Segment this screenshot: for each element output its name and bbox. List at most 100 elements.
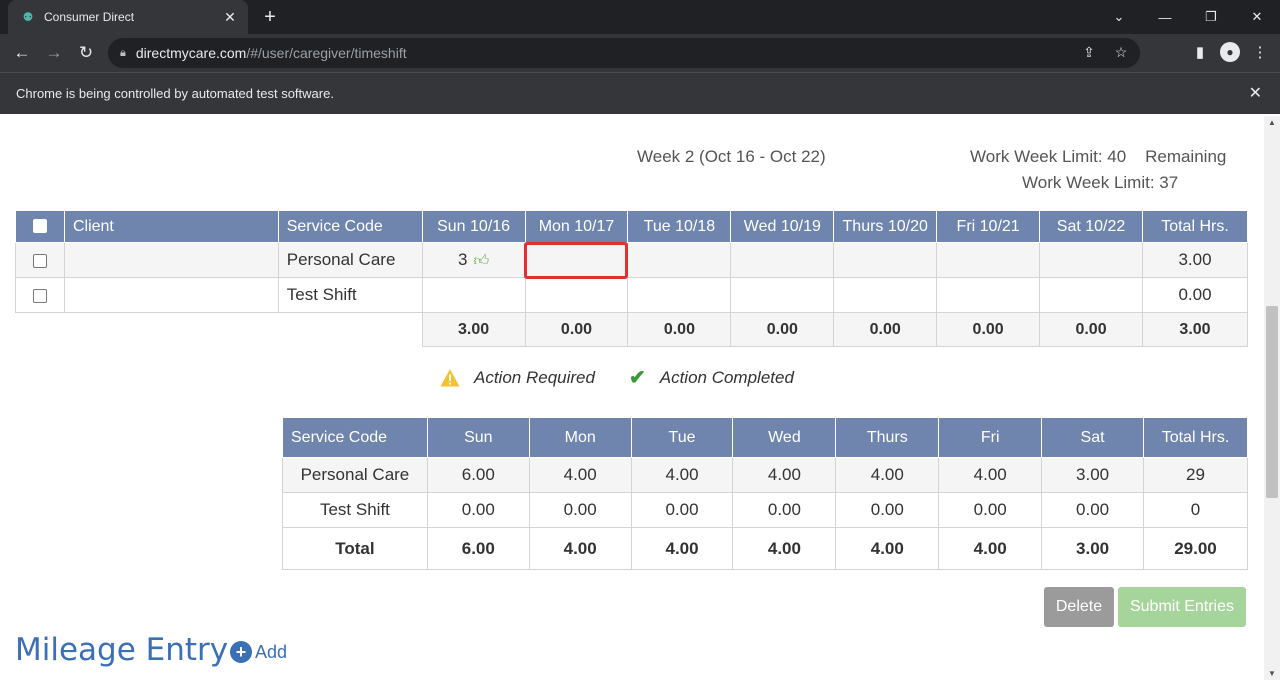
- total-thurs: 0.00: [833, 312, 938, 347]
- total-sat: 0.00: [1039, 312, 1143, 347]
- day-cell-sat[interactable]: [1039, 277, 1143, 313]
- day-cell-tue[interactable]: [627, 277, 732, 313]
- total-wed: 0.00: [730, 312, 835, 347]
- submit-entries-button[interactable]: Submit Entries: [1118, 587, 1246, 627]
- summary-header-row: Service Code Sun Mon Tue Wed Thurs Fri S…: [282, 417, 1248, 458]
- header-wed: Wed 10/19: [730, 210, 835, 243]
- infobar-text: Chrome is being controlled by automated …: [16, 86, 334, 101]
- new-tab-icon[interactable]: +: [258, 5, 282, 29]
- profile-avatar-icon[interactable]: ●: [1220, 42, 1240, 62]
- row-checkbox[interactable]: [32, 288, 47, 303]
- table-row: Test Shift 0.00: [15, 277, 1249, 313]
- summary-cell: 6.00: [426, 457, 530, 493]
- tab-search-icon[interactable]: ⌄: [1096, 0, 1142, 34]
- warning-icon: [440, 368, 460, 386]
- page-content: Week 2 (Oct 16 - Oct 22) Work Week Limit…: [0, 116, 1264, 680]
- service-code-cell: Test Shift: [277, 277, 423, 313]
- day-cell-fri[interactable]: [936, 242, 1041, 278]
- row-total-cell: 0.00: [1141, 277, 1249, 313]
- total-tue: 0.00: [627, 312, 732, 347]
- header-total-hrs: Total Hrs.: [1141, 210, 1249, 243]
- summary-cell: 0.00: [835, 492, 940, 528]
- action-completed-label: Action Completed: [659, 367, 794, 387]
- infobar-close-icon[interactable]: ✕: [1249, 83, 1262, 103]
- row-select-cell: [15, 242, 65, 278]
- summary-total-cell: 4.00: [835, 527, 940, 570]
- site-favicon-icon: ⚉: [22, 10, 34, 24]
- summary-cell: 0.00: [732, 492, 837, 528]
- summary-cell: 0: [1143, 492, 1248, 528]
- browser-tab[interactable]: ⚉ Consumer Direct ✕: [8, 0, 248, 34]
- week-label: Week 2 (Oct 16 - Oct 22): [637, 147, 826, 166]
- table-row: Personal Care 6.00 4.00 4.00 4.00 4.00 4…: [282, 457, 1248, 493]
- day-cell-sun[interactable]: [421, 277, 526, 313]
- summary-total-cell: 4.00: [732, 527, 837, 570]
- browser-toolbar: ← → ↻ 🔒︎ directmycare.com/#/user/caregiv…: [0, 34, 1280, 72]
- lock-icon[interactable]: 🔒︎: [120, 47, 126, 60]
- plus-circle-icon: +: [230, 641, 252, 663]
- menu-kebab-icon[interactable]: ⋮: [1248, 40, 1272, 64]
- blank-cell: [278, 312, 423, 347]
- table-row: Personal Care 3 👍︎ 3.00: [15, 242, 1249, 280]
- daily-totals-row: 3.00 0.00 0.00 0.00 0.00 0.00 0.00 3.00: [15, 312, 1249, 347]
- mileage-entry-heading: Mileage Entry: [15, 632, 229, 668]
- day-cell-sat[interactable]: [1039, 242, 1143, 278]
- add-label: Add: [255, 641, 288, 662]
- scroll-up-icon[interactable]: ▲: [1268, 118, 1276, 127]
- blank-cell: [64, 312, 279, 347]
- blank-cell: [15, 312, 65, 347]
- summary-cell: 4.00: [938, 457, 1043, 493]
- bookmark-star-icon[interactable]: ☆: [1112, 44, 1130, 61]
- restore-icon[interactable]: ❐: [1188, 0, 1234, 34]
- header-client: Client: [63, 210, 279, 243]
- scroll-down-icon[interactable]: ▼: [1268, 669, 1276, 678]
- close-window-icon[interactable]: ✕: [1234, 0, 1280, 34]
- close-tab-icon[interactable]: ✕: [220, 7, 240, 27]
- day-cell-sun[interactable]: 3 👍︎: [421, 242, 526, 278]
- header-sun: Sun 10/16: [421, 210, 526, 243]
- url-path: /#/user/caregiver/timeshift: [246, 45, 407, 61]
- day-cell-mon[interactable]: [524, 277, 629, 313]
- delete-button[interactable]: Delete: [1044, 587, 1114, 627]
- remaining-limit: Work Week Limit: 37: [1022, 173, 1179, 192]
- side-panel-icon[interactable]: ▮: [1188, 40, 1212, 64]
- thumbs-up-icon: 👍︎: [473, 252, 490, 269]
- summary-total-label: Total: [282, 527, 428, 570]
- day-cell-fri[interactable]: [936, 277, 1041, 313]
- scrollbar-thumb[interactable]: [1266, 306, 1278, 498]
- day-cell-mon[interactable]: [524, 242, 629, 280]
- tab-title: Consumer Direct: [44, 10, 135, 24]
- day-cell-tue[interactable]: [627, 242, 732, 278]
- day-cell-wed[interactable]: [730, 277, 835, 313]
- day-cell-thurs[interactable]: [833, 242, 938, 278]
- summary-cell: 0.00: [1041, 492, 1144, 528]
- time-entries-table: Client Service Code Sun 10/16 Mon 10/17 …: [15, 210, 1249, 347]
- day-cell-thurs[interactable]: [833, 277, 938, 313]
- summary-cell: 29: [1143, 457, 1248, 493]
- total-sun: 3.00: [421, 312, 526, 347]
- day-cell-wed[interactable]: [730, 242, 835, 278]
- select-all-checkbox[interactable]: [32, 219, 47, 234]
- status-legend: Action Required ✔ Action Completed: [440, 365, 794, 390]
- row-total-cell: 3.00: [1141, 242, 1249, 278]
- page-scrollbar[interactable]: ▲ ▼: [1264, 116, 1280, 680]
- action-required-label: Action Required: [474, 367, 595, 387]
- summary-total-cell: 4.00: [938, 527, 1043, 570]
- back-icon[interactable]: ←: [9, 40, 35, 66]
- share-icon[interactable]: ⇪: [1080, 44, 1098, 61]
- row-checkbox[interactable]: [32, 253, 47, 268]
- row-select-cell: [15, 277, 65, 313]
- window-controls: ⌄ — ❐ ✕: [1096, 0, 1280, 34]
- summary-total-cell: 4.00: [630, 527, 734, 570]
- forward-icon[interactable]: →: [41, 40, 67, 66]
- header-service-code: Service Code: [282, 417, 428, 458]
- address-bar[interactable]: 🔒︎ directmycare.com/#/user/caregiver/tim…: [108, 38, 1140, 68]
- header-thurs: Thurs: [835, 417, 940, 458]
- client-cell: [63, 242, 279, 278]
- minimize-icon[interactable]: —: [1142, 0, 1188, 34]
- summary-total-cell: 29.00: [1143, 527, 1248, 570]
- summary-cell: 0.00: [630, 492, 734, 528]
- reload-icon[interactable]: ↻: [73, 40, 99, 66]
- add-mileage-link[interactable]: + Add: [230, 641, 287, 663]
- summary-totals-row: Total 6.00 4.00 4.00 4.00 4.00 4.00 3.00…: [282, 527, 1248, 570]
